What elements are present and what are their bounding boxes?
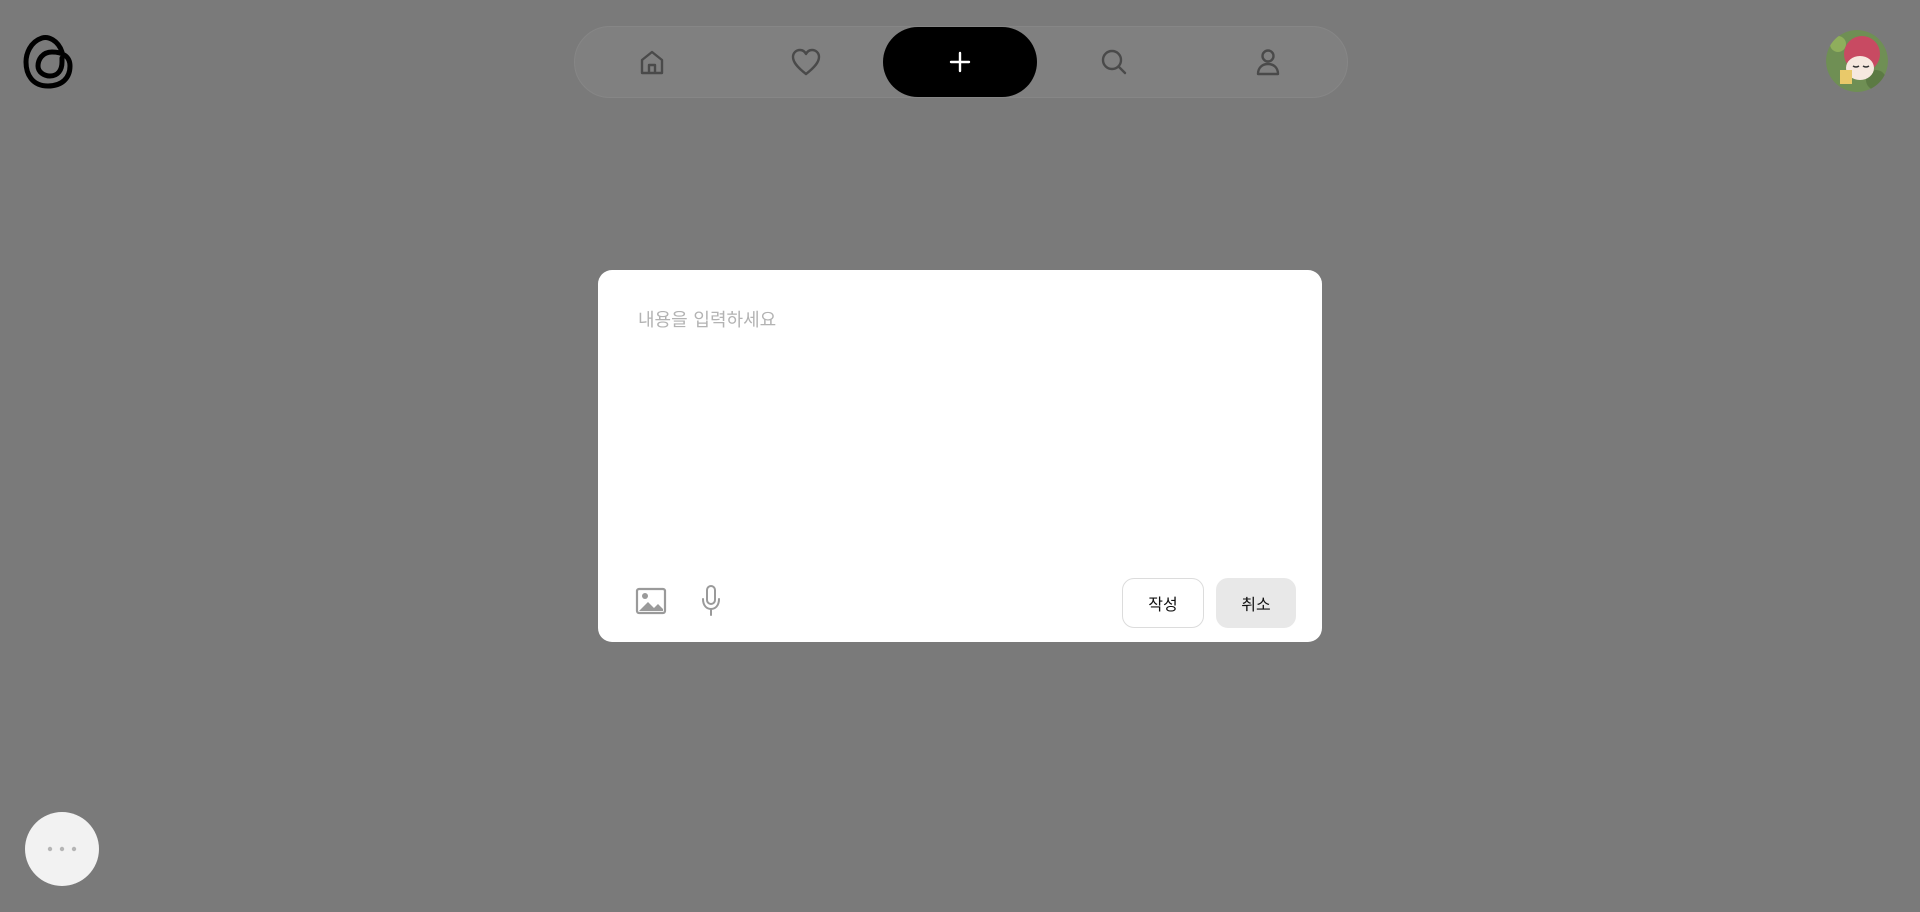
submit-button[interactable]: 작성 <box>1122 578 1204 628</box>
post-content-input[interactable] <box>638 306 1288 486</box>
home-icon <box>640 50 664 75</box>
image-icon <box>635 587 667 615</box>
nav-create-button[interactable] <box>883 27 1037 97</box>
record-audio-button[interactable] <box>696 582 726 620</box>
nav-profile[interactable] <box>1191 27 1345 97</box>
attach-image-button[interactable] <box>634 582 668 620</box>
nav-activity[interactable] <box>729 27 883 97</box>
threads-logo-icon[interactable] <box>22 30 76 92</box>
page: 작성 취소 <box>0 0 1920 912</box>
more-options-button[interactable] <box>25 812 99 886</box>
cancel-button[interactable]: 취소 <box>1216 578 1296 628</box>
microphone-icon <box>702 585 720 616</box>
nav-search[interactable] <box>1037 27 1191 97</box>
nav-home[interactable] <box>575 27 729 97</box>
heart-icon <box>791 48 821 76</box>
more-dots-icon <box>47 846 77 852</box>
avatar[interactable] <box>1826 30 1888 92</box>
search-icon <box>1101 49 1127 75</box>
top-navigation <box>574 26 1348 98</box>
compose-modal: 작성 취소 <box>598 270 1322 642</box>
plus-icon <box>949 51 971 73</box>
person-icon <box>1256 49 1280 76</box>
